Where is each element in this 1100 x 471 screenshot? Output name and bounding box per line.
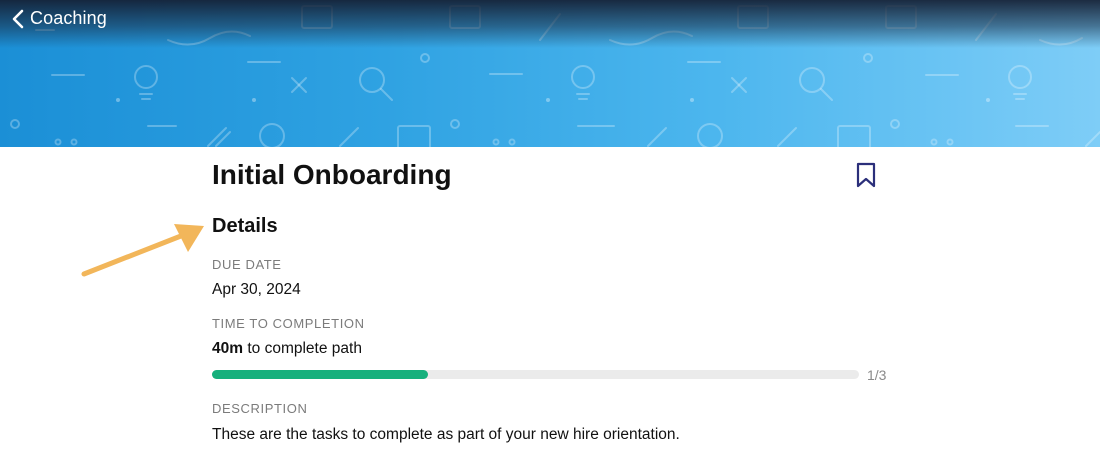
description-label: DESCRIPTION [212,401,308,416]
description-value: These are the tasks to complete as part … [212,426,680,443]
progress-bar-fill [212,370,428,379]
time-amount: 40m [212,340,244,357]
back-button-label: Coaching [30,8,107,28]
page: Coaching Initial Onboarding Details DUE … [0,0,1100,471]
time-suffix: to complete path [243,340,362,357]
progress-bar [212,370,859,379]
due-date-label: DUE DATE [212,257,282,272]
header-banner: Coaching [0,0,1100,147]
annotation-arrow-icon [81,224,204,277]
time-to-completion-label: TIME TO COMPLETION [212,316,365,331]
progress-count: 1/3 [867,367,887,383]
due-date-value: Apr 30, 2024 [212,281,301,298]
page-title: Initial Onboarding [212,159,452,190]
back-button[interactable]: Coaching [12,8,107,29]
chevron-left-icon [12,9,24,28]
bookmark-icon[interactable] [855,162,877,188]
details-heading: Details [212,215,278,237]
banner-top-shade [0,0,1100,48]
time-to-completion-value: 40m to complete path [212,340,362,358]
